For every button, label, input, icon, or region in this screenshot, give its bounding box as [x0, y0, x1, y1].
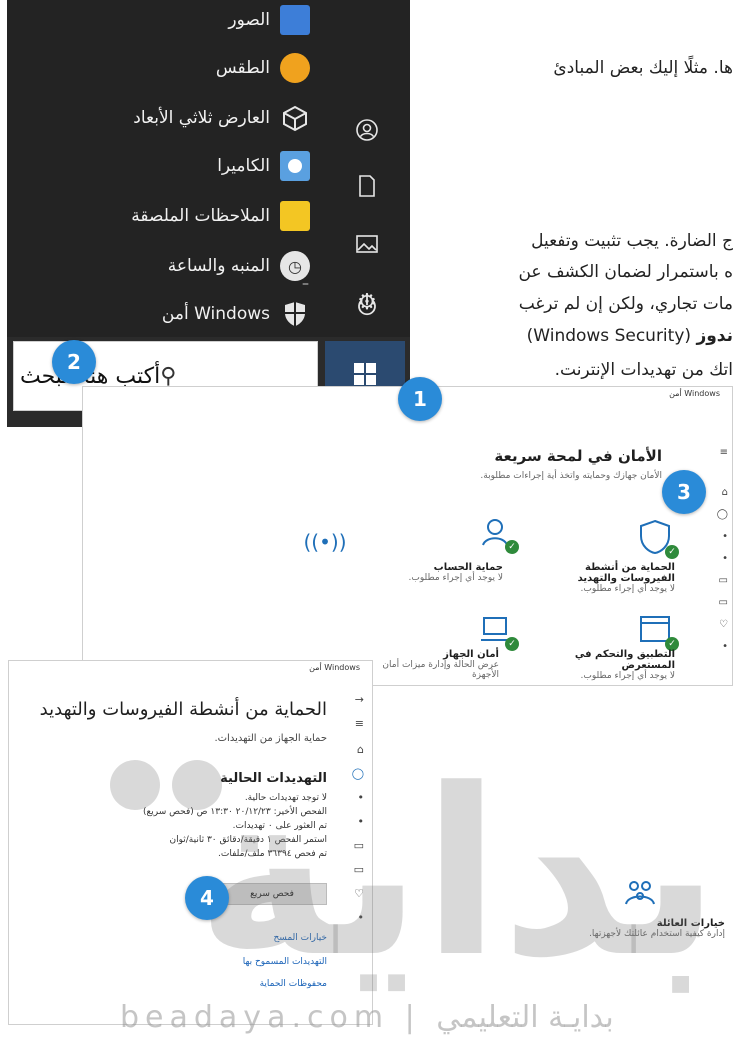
power-icon[interactable] [351, 290, 383, 322]
network-icon[interactable]: • [722, 553, 728, 564]
start-menu: الصور الطقس العارض ثلاثي الأبعاد الكامير… [7, 0, 410, 337]
app-label: الطقس [215, 58, 270, 78]
windows-security-window: أمن Windows الأمان في لمحة سريعة الأمان … [82, 386, 733, 686]
start-rail: ⚙ [337, 0, 410, 337]
tile-name: الحماية من أنشطة الفيروسات والتهديد [577, 562, 675, 584]
window-label: أمن Windows [309, 663, 360, 672]
doc-line-6: اتك من تهديدات الإنترنت. [554, 360, 733, 380]
device-security-icon[interactable]: ✓ [475, 609, 519, 651]
weather-tile-icon [280, 53, 310, 83]
photos-tile-icon [280, 5, 310, 35]
callout-2: 2 [52, 340, 96, 384]
firewall-network-icon[interactable]: ((•)) [304, 522, 347, 562]
tile-status: لا يوجد أي إجراء مطلوب. [408, 573, 504, 583]
tile-device-security[interactable]: أمان الجهاز عرض الحالة وإدارة ميزات أمان… [379, 649, 499, 680]
app-photos[interactable]: الصور [228, 0, 310, 40]
collapse-dash-icon[interactable]: – [302, 276, 309, 292]
menu-icon[interactable]: ≡ [720, 447, 728, 458]
tile-virus-protection[interactable]: الحماية من أنشطة الفيروسات والتهديد لا ي… [555, 562, 675, 594]
app-label: الكاميرا [217, 156, 270, 176]
account-protection-icon[interactable]: ✓ [475, 512, 519, 554]
page-title: الأمان في لمحة سريعة [494, 447, 662, 465]
watermark-footer: beadaya.com | بدايـة التعليمي [120, 1000, 614, 1035]
app-label: الصور [228, 10, 270, 30]
tile-status: لا يوجد أي إجراء مطلوب. [580, 584, 676, 594]
tile-status: لا يوجد أي إجراء مطلوب. [580, 671, 676, 681]
app-label: العارض ثلاثي الأبعاد [133, 108, 270, 128]
health-icon[interactable]: ♡ [719, 619, 728, 630]
sticky-notes-tile-icon [280, 201, 310, 231]
doc-windows-security: (Windows Security) [526, 326, 692, 346]
tile-status: عرض الحالة وإدارة ميزات أمان الأجهزة [382, 660, 499, 680]
check-icon: ✓ [505, 540, 519, 554]
window-label: أمن Windows [669, 389, 720, 398]
app-3d-viewer[interactable]: العارض ثلاثي الأبعاد [133, 98, 310, 138]
pictures-icon[interactable] [351, 230, 383, 258]
search-icon: ⚲ [160, 363, 177, 389]
app-windows-security[interactable]: أمن Windows [162, 294, 310, 334]
doc-line-4: مات تجاري، ولكن إن لم ترغب [518, 294, 733, 314]
account-icon[interactable]: • [722, 531, 728, 542]
tile-name: حماية الحساب [433, 562, 503, 573]
tile-name: أمان الجهاز [443, 649, 499, 660]
menu-icon[interactable]: ≡ [355, 717, 364, 730]
doc-line-1: ها. مثلًا إليك بعض المبادئ [553, 58, 733, 78]
page-subtitle: حماية الجهاز من التهديدات. [214, 733, 327, 744]
device-icon[interactable]: ▭ [719, 597, 728, 608]
app-camera[interactable]: الكاميرا [217, 146, 310, 186]
document-icon[interactable] [351, 172, 383, 200]
tile-name: التطبيق والتحكم في المستعرض [574, 649, 675, 671]
windows-security-shield-icon [280, 299, 310, 329]
app-alarms-clock[interactable]: المنبه والساعة ◷ [168, 246, 310, 286]
home-icon[interactable]: ⌂ [722, 487, 728, 498]
app-sticky-notes[interactable]: الملاحظات الملصقة [131, 196, 310, 236]
doc-bold-word: ندوز [696, 326, 733, 346]
page-subtitle: الأمان جهازك وحمايته واتخذ أية إجراءات م… [480, 471, 662, 481]
doc-line-3: ه باستمرار لضمان الكشف عن [518, 262, 733, 282]
home-icon[interactable]: ⌂ [357, 743, 364, 756]
check-icon: ✓ [665, 545, 679, 559]
app-label: الملاحظات الملصقة [131, 206, 270, 226]
virus-shield-icon[interactable]: ✓ [635, 517, 679, 559]
user-icon[interactable] [351, 116, 383, 144]
watermark-dot [172, 760, 222, 810]
camera-tile-icon [280, 151, 310, 181]
app-weather[interactable]: الطقس [216, 48, 310, 88]
app-label: أمن Windows [161, 304, 270, 324]
page-title: الحماية من أنشطة الفيروسات والتهديد [39, 699, 327, 720]
doc-line-2: ج الضارة. يجب تثبيت وتفعيل [531, 231, 733, 251]
family-icon[interactable]: • [722, 641, 728, 652]
app-label: المنبه والساعة [167, 256, 270, 276]
callout-4: 4 [185, 876, 229, 920]
shield-icon[interactable]: ◯ [717, 509, 728, 520]
callout-3: 3 [662, 470, 706, 514]
watermark-dot [110, 760, 160, 810]
doc-line-5: ندوز (Windows Security) [527, 326, 733, 346]
check-icon: ✓ [505, 637, 519, 651]
3d-viewer-icon [280, 103, 310, 133]
tile-app-browser-control[interactable]: التطبيق والتحكم في المستعرض لا يوجد أي إ… [555, 649, 675, 681]
tile-account-protection[interactable]: حماية الحساب لا يوجد أي إجراء مطلوب. [383, 562, 504, 583]
back-arrow-icon[interactable]: → [355, 693, 364, 706]
callout-1: 1 [398, 377, 442, 421]
app-browser-control-icon[interactable]: ✓ [635, 609, 679, 651]
app-browser-icon[interactable]: ▭ [719, 575, 728, 586]
